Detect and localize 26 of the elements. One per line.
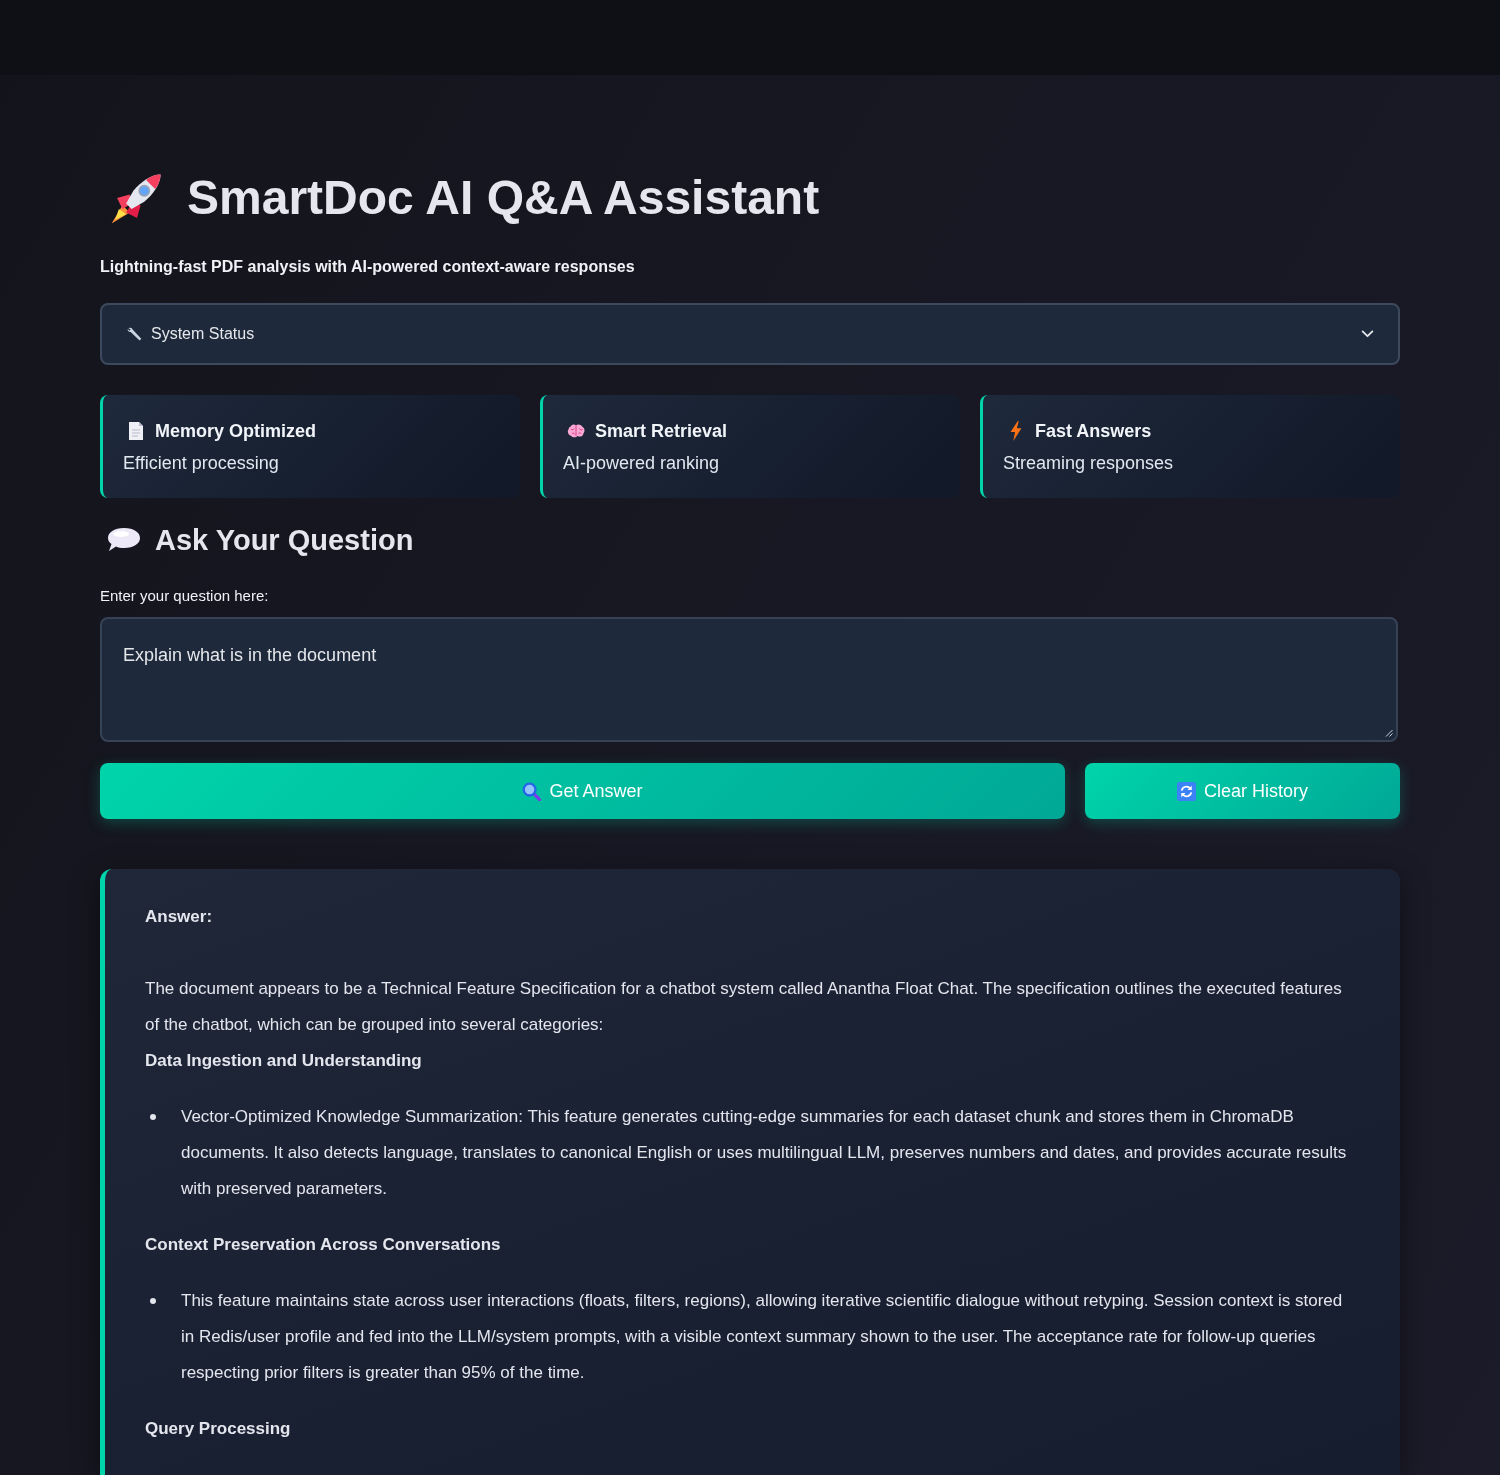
feature-description: Efficient processing	[123, 452, 280, 475]
answer-subheading: Query Processing	[145, 1418, 292, 1440]
answer-subheading: Data Ingestion and Understanding	[145, 1050, 423, 1072]
resize-handle-icon	[1385, 729, 1393, 737]
list-item-text: Vector-Optimized Knowledge Summarization: This feature generates cutting-edge summaries for each dataset chunk and stores them in ChromaDB documents. It also detects language, translates to canonical English or uses multilingual LLM, preserves numbers and dates, and provides accurate results with preserved parameters.	[181, 1106, 1348, 1200]
answer-paragraph: The document appears to be a Technical Feature Specification for a chatbot system called Anantha Float Chat. The specification outlines the executed features of the chatbot, which can be grouped into several categories:	[145, 978, 1343, 1036]
document-icon	[127, 421, 145, 441]
answer-label: Answer:	[145, 906, 214, 928]
feature-description: AI-powered ranking	[563, 452, 721, 475]
page-title: SmartDoc AI Q&A Assistant	[187, 170, 820, 226]
section-heading: Ask Your Question	[155, 523, 414, 558]
feature-title: Memory Optimized	[155, 420, 317, 442]
question-field[interactable]: Explain what is in the document	[100, 617, 1398, 742]
refresh-icon	[1177, 781, 1196, 801]
feature-title: Smart Retrieval	[595, 420, 728, 442]
feature-title: Fast Answers	[1035, 420, 1152, 442]
page-subtitle: Lightning-fast PDF analysis with AI-powered context-aware responses	[100, 257, 636, 277]
bullet-icon	[150, 1298, 156, 1304]
list-item-text: This feature maintains state across user interactions (floats, filters, regions), allowing iterative scientific dialogue without retyping. Session context is stored in Redis/user profile and fed into the LLM/system prompts, with a visible context summary shown to the user. The acceptance rate for follow-up queries respecting prior filters is greater than 95% of the time.	[181, 1290, 1344, 1384]
answer-subheading: Context Preservation Across Conversations	[145, 1234, 502, 1256]
field-label: Enter your question here:	[100, 586, 270, 606]
bullet-icon	[150, 1114, 156, 1120]
search-icon	[522, 781, 542, 801]
system-status-expander[interactable]: System Status	[100, 303, 1400, 365]
feature-description: Streaming responses	[1003, 452, 1175, 475]
wrench-icon	[126, 325, 143, 343]
